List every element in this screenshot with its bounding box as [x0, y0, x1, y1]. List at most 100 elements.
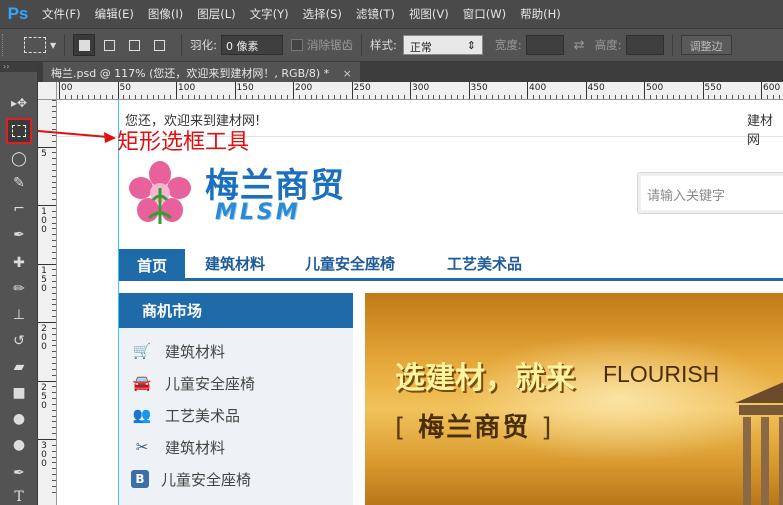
brush-tool[interactable]: ✏ [6, 276, 32, 302]
dodge-tool[interactable]: ● [6, 432, 32, 458]
nav-arts-crafts[interactable]: 工艺美术品 [447, 253, 522, 274]
horizontal-ruler[interactable]: 0050100150200250300350400450500550600650… [57, 82, 783, 100]
ruler-major-tick [351, 82, 353, 99]
crop-tool[interactable]: ⌐ [6, 196, 32, 222]
refine-edge-button[interactable]: 调整边 [680, 35, 732, 55]
ruler-minor-tick [52, 286, 56, 288]
quick-select-icon: ✎ [13, 175, 25, 191]
ruler-label: 150 [236, 83, 254, 93]
search-input[interactable]: 请输入关键字 [637, 172, 783, 214]
sidebar-item[interactable]: 🛒 建筑材料 [131, 337, 225, 365]
healing-brush-tool[interactable]: ✚ [6, 250, 32, 276]
menu-help[interactable]: 帮助(H) [514, 6, 567, 22]
eraser-tool[interactable]: ▰ [6, 354, 32, 380]
ruler-minor-tick [52, 474, 56, 476]
ruler-minor-tick [52, 158, 56, 160]
move-tool[interactable]: ▸✥ [6, 90, 32, 116]
sidebar-item[interactable]: ✂ 建筑材料 [131, 433, 225, 461]
feather-input[interactable]: 0 像素 [221, 35, 284, 55]
tool-preset-marquee-icon[interactable] [24, 37, 46, 53]
menu-window[interactable]: 窗口(W) [457, 6, 512, 22]
quick-select-tool[interactable]: ✎ [6, 170, 32, 196]
rect-marquee-tool[interactable] [6, 118, 32, 144]
tools-panel: ›› ▸✥ ◯ ✎ ⌐ ✒ ✚ ✏ ⊥ ↺ ▰ ■ ● ● ✒ T [0, 62, 38, 505]
ruler-minor-tick [52, 210, 56, 212]
ruler-corner[interactable] [38, 82, 57, 100]
vertical-ruler[interactable]: 051 0 01 5 02 0 02 5 03 0 0 [38, 100, 57, 505]
new-selection-button[interactable] [73, 34, 96, 56]
ruler-minor-tick [439, 95, 441, 99]
document-tab[interactable]: 梅兰.psd @ 117% (您还，欢迎来到建材网！, RGB/8) * × [43, 62, 360, 82]
menu-view[interactable]: 视图(V) [403, 6, 455, 22]
ruler-minor-tick [638, 95, 640, 99]
sidebar-item[interactable]: B 儿童安全座椅 [131, 465, 251, 493]
hero-banner[interactable]: 选建材，就来 FLOURISH [ 梅兰商贸 ] [365, 293, 783, 505]
users-icon: 👥 [132, 406, 152, 424]
ruler-minor-tick [52, 392, 56, 394]
menu-file[interactable]: 文件(F) [36, 6, 87, 22]
style-value: 正常 [409, 41, 432, 54]
blur-tool[interactable]: ● [6, 406, 32, 432]
ruler-major-tick [38, 263, 56, 265]
ruler-minor-tick [52, 281, 56, 283]
ruler-label: 500 [646, 83, 664, 93]
ruler-minor-tick [52, 456, 56, 458]
options-grip[interactable] [2, 34, 12, 56]
height-label: 高度: [594, 38, 622, 52]
menu-image[interactable]: 图像(I) [142, 6, 189, 22]
width-input[interactable] [525, 35, 564, 55]
gradient-icon: ■ [12, 385, 26, 401]
eyedropper-tool[interactable]: ✒ [6, 222, 32, 248]
history-brush-tool[interactable]: ↺ [6, 328, 32, 354]
style-label: 样式: [370, 38, 397, 52]
intersect-selection-button[interactable] [148, 34, 170, 56]
ruler-minor-tick [52, 357, 56, 359]
menu-select[interactable]: 选择(S) [297, 6, 348, 22]
ruler-minor-tick [164, 95, 166, 99]
menu-edit[interactable]: 编辑(E) [89, 6, 140, 22]
ruler-label: 2 0 0 [41, 324, 47, 352]
ruler-minor-tick [287, 95, 289, 99]
type-tool[interactable]: T [6, 484, 32, 505]
ruler-minor-tick [567, 95, 569, 99]
ruler-minor-tick [52, 134, 56, 136]
ruler-minor-tick [52, 386, 56, 388]
pen-tool[interactable]: ✒ [6, 460, 32, 486]
ruler-minor-tick [52, 462, 56, 464]
ruler-minor-tick [181, 95, 183, 99]
ruler-minor-tick [538, 95, 540, 99]
photoshop-window: Ps 文件(F) 编辑(E) 图像(I) 图层(L) 文字(Y) 选择(S) 滤… [0, 0, 783, 505]
ruler-minor-tick [404, 95, 406, 99]
gradient-tool[interactable]: ■ [6, 380, 32, 406]
eraser-icon: ▰ [13, 359, 25, 375]
ruler-major-tick [527, 82, 528, 99]
document-canvas[interactable]: 您还，欢迎来到建材网! 建材网 梅兰商贸 MLSM 请输入关键字 首页 建筑材料 [57, 100, 783, 505]
menu-type[interactable]: 文字(Y) [244, 6, 295, 22]
menu-filter[interactable]: 滤镜(T) [350, 6, 401, 22]
panel-collapse-handle[interactable]: ›› [0, 62, 37, 72]
ruler-minor-tick [52, 374, 56, 376]
menu-layer[interactable]: 图层(L) [191, 6, 241, 22]
ruler-minor-tick [275, 95, 277, 99]
ruler-minor-tick [240, 95, 242, 99]
ruler-minor-tick [398, 95, 400, 99]
lasso-tool[interactable]: ◯ [6, 146, 32, 172]
antialias-checkbox[interactable] [291, 39, 304, 51]
swap-dimensions-icon[interactable]: ⇄ [574, 38, 585, 53]
ruler-minor-tick [146, 95, 148, 99]
nav-building-materials[interactable]: 建筑材料 [205, 253, 265, 274]
ruler-minor-tick [462, 95, 464, 99]
close-icon[interactable]: × [343, 67, 352, 80]
style-select[interactable]: 正常 ⇕ [402, 35, 483, 55]
ruler-minor-tick [228, 95, 230, 99]
ruler-minor-tick [52, 327, 56, 329]
sidebar-item[interactable]: 🚘 儿童安全座椅 [131, 369, 255, 397]
subtract-selection-button[interactable] [123, 34, 145, 56]
clone-stamp-tool[interactable]: ⊥ [6, 302, 32, 328]
nav-home[interactable]: 首页 [119, 249, 185, 281]
nav-child-seats[interactable]: 儿童安全座椅 [305, 253, 395, 274]
chevron-down-icon[interactable]: ▼ [50, 41, 56, 50]
add-selection-button[interactable] [98, 34, 120, 56]
height-input[interactable] [625, 35, 664, 55]
sidebar-item[interactable]: 👥 工艺美术品 [131, 401, 240, 429]
